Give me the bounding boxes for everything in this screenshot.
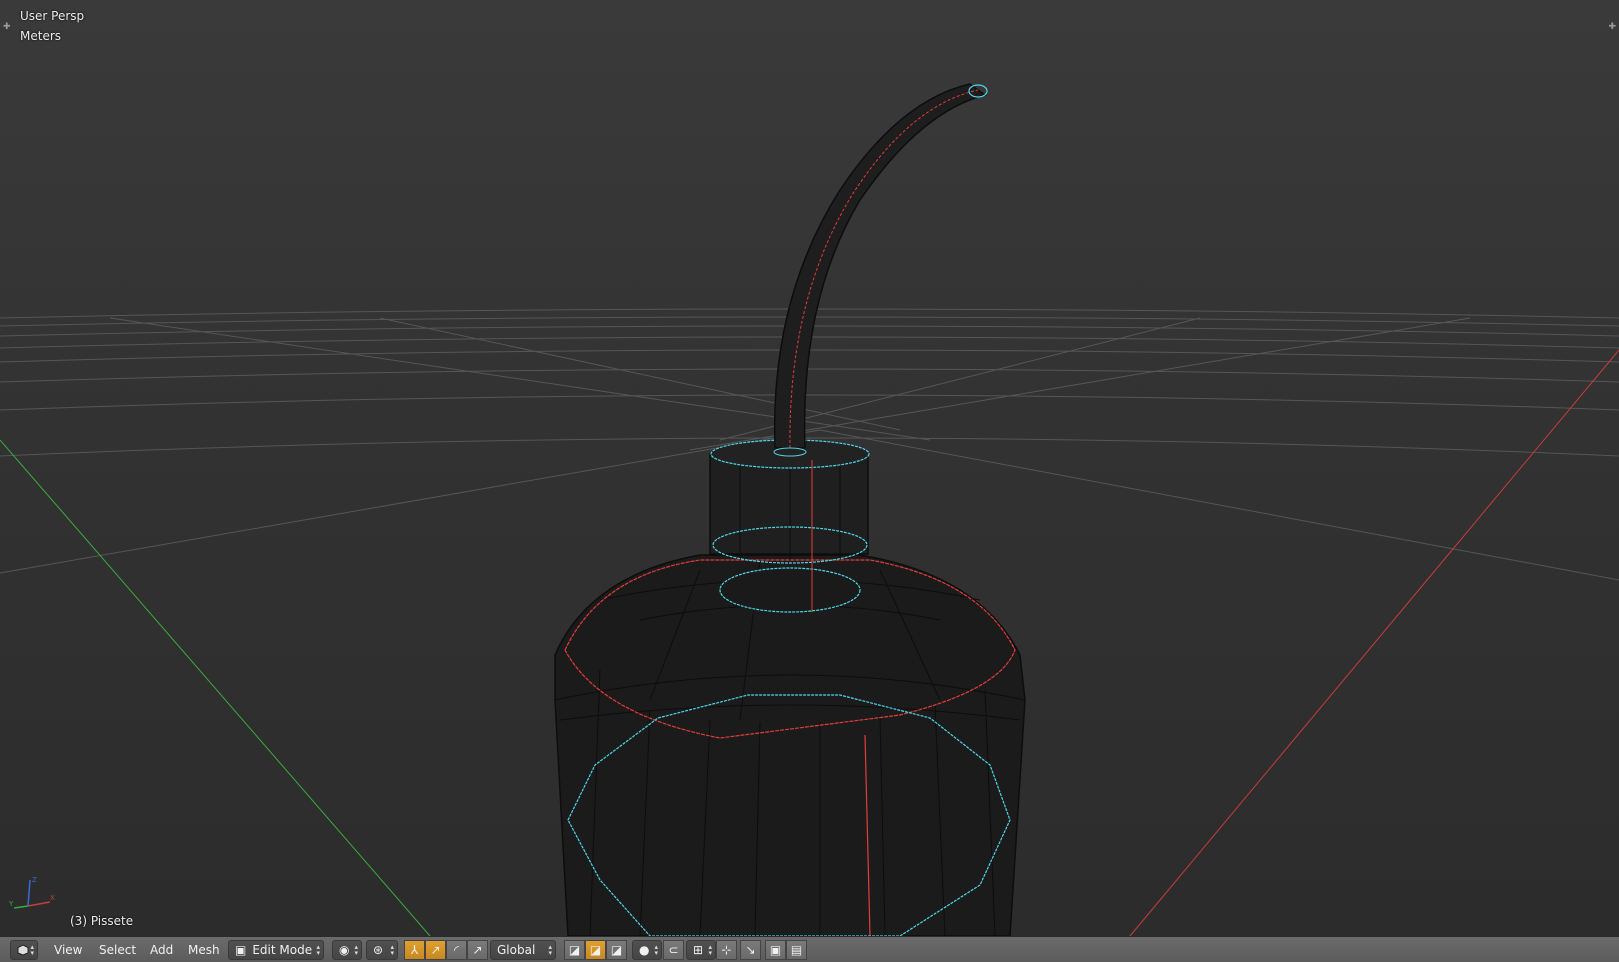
scale-icon: ↗	[472, 943, 483, 957]
transform-orientation-selector[interactable]: Global ▴ ▾	[490, 940, 556, 960]
menu-add[interactable]: Add	[144, 940, 179, 960]
manipulator-icon: ⅄	[410, 943, 419, 957]
menu-view[interactable]: View	[48, 940, 88, 960]
translate-manipulator-button[interactable]: ↗	[425, 940, 446, 960]
orientation-label: Global	[497, 943, 536, 957]
vertex-select-icon: ◪	[568, 943, 581, 957]
units-label: Meters	[20, 29, 62, 43]
rotate-icon: ◜	[454, 943, 459, 957]
axis-z-label: Z	[32, 876, 37, 884]
menu-mesh[interactable]: Mesh	[182, 940, 226, 960]
solid-sphere-icon: ◉	[339, 943, 350, 957]
view-name-label: User Persp	[20, 9, 85, 23]
axis-x-label: X	[50, 894, 55, 902]
rotate-manipulator-button[interactable]: ◜	[446, 940, 467, 960]
snap-element-icon: ⊞	[693, 943, 704, 957]
snap-align-button[interactable]: ↘	[740, 940, 761, 960]
mode-selector[interactable]: ▣ Edit Mode ▴ ▾	[228, 940, 324, 960]
selected-loop-neck-base	[719, 567, 861, 613]
snap-align-icon: ↘	[745, 943, 756, 957]
pivot-point-selector[interactable]: ⊛ ▴ ▾	[366, 940, 398, 960]
active-object-label: (3) Pissete	[70, 914, 134, 928]
scene-canvas[interactable]	[0, 0, 1619, 936]
render-image-button[interactable]: ▣	[765, 940, 786, 960]
viewport-header: ▴ ▾ View Select Add Mesh ▣ Edit Mode ▴ ▾ ◉…	[0, 936, 1619, 962]
area-split-right-icon[interactable]: ✚	[1608, 22, 1616, 32]
x-axis-line	[1129, 349, 1619, 936]
proportional-edit-selector[interactable]: ● ▴ ▾	[632, 940, 662, 960]
snap-element-selector[interactable]: ⊞ ▴ ▾	[686, 940, 716, 960]
pivot-point-icon: ⊛	[373, 943, 384, 957]
menu-select[interactable]: Select	[93, 940, 142, 960]
bottle-mesh[interactable]	[554, 83, 1026, 936]
y-axis-line	[0, 439, 431, 936]
snap-icon: ⊂	[668, 943, 679, 957]
spout-tube	[773, 83, 987, 449]
vertex-select-mode-button[interactable]: ◪	[564, 940, 585, 960]
mode-label: Edit Mode	[252, 943, 313, 957]
manipulator-toggle-button[interactable]: ⅄	[404, 940, 425, 960]
render-image-icon: ▣	[769, 943, 782, 957]
render-anim-icon: ▤	[790, 943, 803, 957]
axis-orientation-gizmo: X Y Z	[8, 876, 55, 909]
proportional-edit-icon: ●	[639, 943, 650, 957]
render-animation-button[interactable]: ▤	[786, 940, 807, 960]
edge-select-mode-button[interactable]: ◪	[585, 940, 606, 960]
snap-target-icon: ⊹	[721, 943, 732, 957]
face-select-mode-button[interactable]: ◪	[606, 940, 627, 960]
viewport-shading-selector[interactable]: ◉ ▴ ▾	[332, 940, 362, 960]
edge-select-icon: ◪	[589, 943, 602, 957]
snap-toggle-button[interactable]: ⊂	[663, 940, 684, 960]
3d-viewport[interactable]: User Persp Meters (3) Pissete ✚ ✚ X Y Z	[0, 0, 1619, 936]
axis-y-label: Y	[8, 900, 14, 908]
snap-target-button[interactable]: ⊹	[716, 940, 737, 960]
area-split-left-icon[interactable]: ✚	[3, 22, 11, 32]
face-select-icon: ◪	[610, 943, 623, 957]
editor-type-button[interactable]: ▴ ▾	[10, 940, 38, 960]
edit-mode-icon: ▣	[235, 943, 247, 957]
translate-icon: ↗	[430, 943, 441, 957]
3d-view-icon	[17, 944, 29, 956]
scale-manipulator-button[interactable]: ↗	[467, 940, 488, 960]
